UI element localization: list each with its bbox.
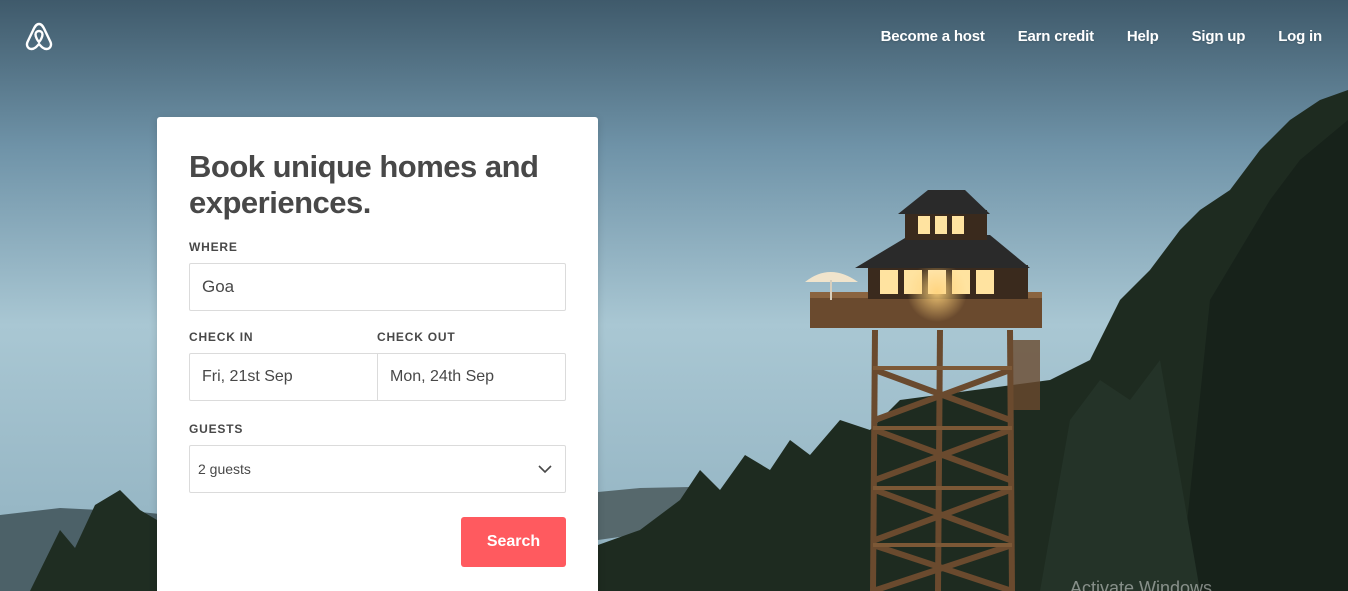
- date-range-picker: Fri, 21st Sep Mon, 24th Sep: [189, 353, 566, 401]
- guests-select[interactable]: 2 guests: [189, 445, 566, 493]
- card-title: Book unique homes and experiences.: [189, 149, 539, 220]
- airbnb-logo-icon[interactable]: [23, 21, 55, 53]
- guests-value: 2 guests: [198, 461, 251, 477]
- top-navigation-bar: Become a host Earn credit Help Sign up L…: [0, 0, 1348, 76]
- where-label: WHERE: [189, 240, 238, 254]
- chevron-down-icon: [538, 465, 552, 474]
- check-in-label: CHECK IN: [189, 330, 254, 344]
- nav-sign-up[interactable]: Sign up: [1192, 28, 1246, 45]
- booking-search-card: Book unique homes and experiences. WHERE…: [157, 117, 598, 591]
- check-in-field[interactable]: Fri, 21st Sep: [190, 354, 377, 400]
- main-nav: Become a host Earn credit Help Sign up L…: [848, 28, 1323, 45]
- activate-windows-watermark: Activate Windows: [1070, 578, 1213, 591]
- nav-become-host[interactable]: Become a host: [881, 28, 985, 45]
- guests-label: GUESTS: [189, 422, 244, 436]
- nav-earn-credit[interactable]: Earn credit: [1018, 28, 1094, 45]
- search-button[interactable]: Search: [461, 517, 566, 567]
- check-out-label: CHECK OUT: [377, 330, 456, 344]
- check-out-field[interactable]: Mon, 24th Sep: [377, 354, 565, 400]
- where-input[interactable]: [189, 263, 566, 311]
- nav-help[interactable]: Help: [1127, 28, 1159, 45]
- nav-log-in[interactable]: Log in: [1278, 28, 1322, 45]
